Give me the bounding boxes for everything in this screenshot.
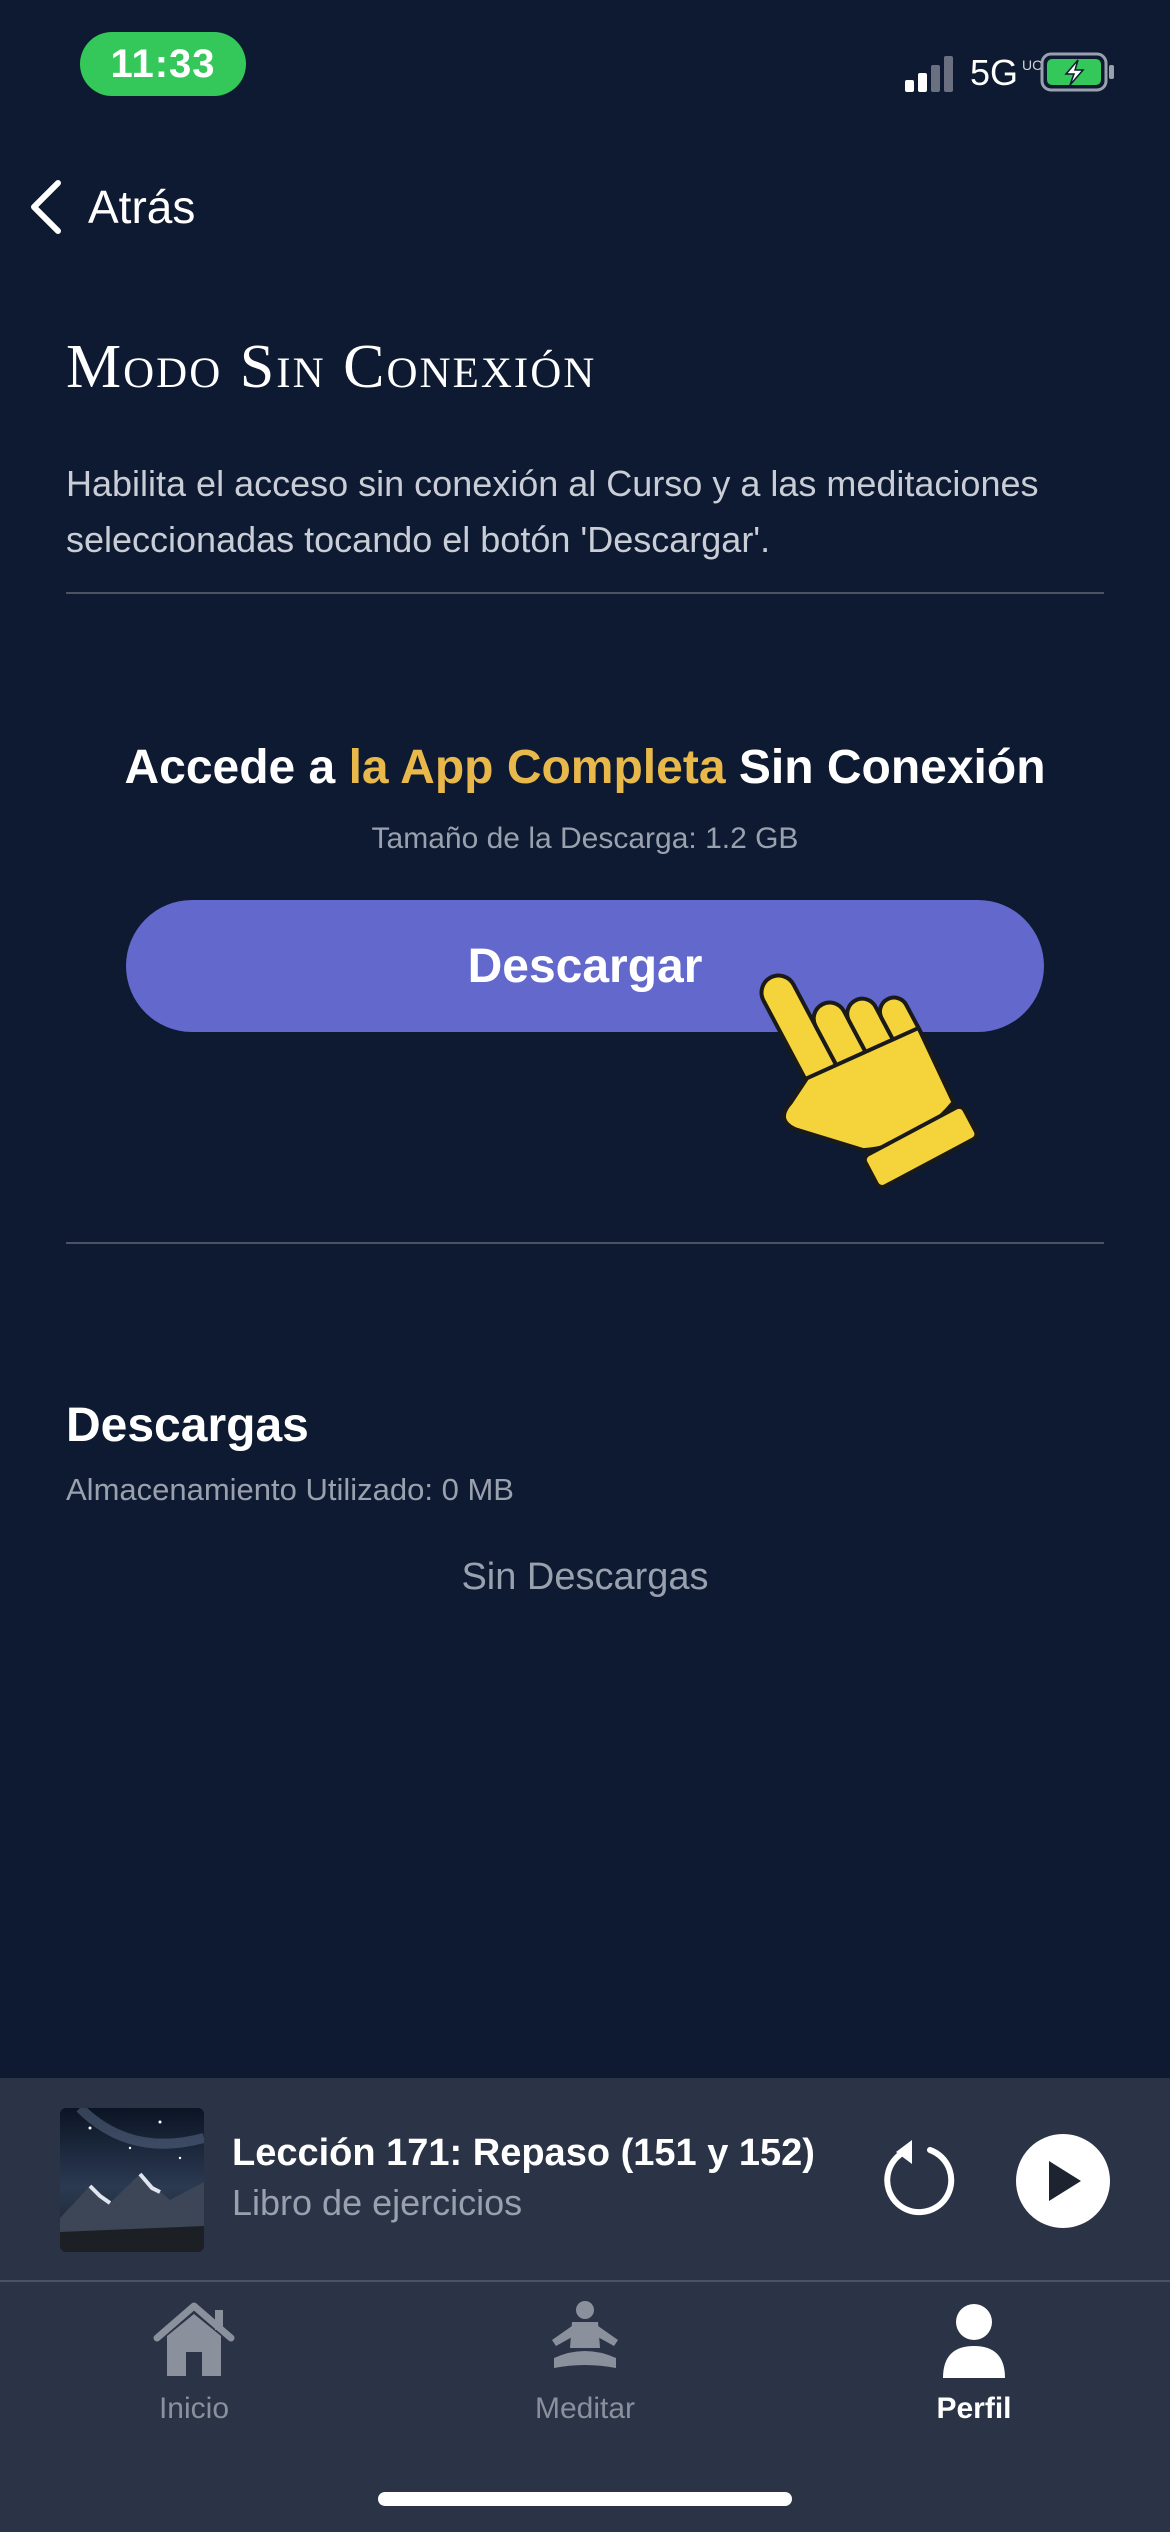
status-bar: 11:33 5G UC bbox=[0, 0, 1170, 120]
tab-label: Meditar bbox=[534, 2392, 636, 2425]
divider bbox=[66, 1242, 1104, 1244]
back-button[interactable]: Atrás bbox=[26, 170, 195, 244]
downloads-title: Descargas bbox=[66, 1399, 309, 1452]
download-heading: Accede a la App Completa Sin Conexión bbox=[0, 740, 1170, 795]
tab-inicio[interactable]: Inicio bbox=[64, 2300, 324, 2450]
tab-meditar[interactable]: Meditar bbox=[455, 2300, 715, 2450]
back-label: Atrás bbox=[88, 181, 196, 233]
meditation-icon bbox=[552, 2301, 618, 2368]
page-description: Habilita el acceso sin conexión al Curso… bbox=[66, 463, 1039, 560]
download-button-label: Descargar bbox=[467, 939, 703, 993]
profile-icon bbox=[943, 2304, 1005, 2378]
play-icon bbox=[1049, 2161, 1081, 2201]
download-size: Tamaño de la Descarga: 1.2 GB bbox=[371, 822, 799, 855]
home-indicator-bar bbox=[378, 2492, 792, 2506]
play-button[interactable] bbox=[1016, 2134, 1110, 2228]
status-time: 11:33 bbox=[80, 32, 246, 96]
chevron-left-icon bbox=[31, 180, 61, 234]
page-title: Modo Sin Conexión bbox=[66, 333, 597, 401]
mini-player[interactable]: Lección 171: Repaso (151 y 152) Libro de… bbox=[0, 2078, 1170, 2282]
battery-charging-icon bbox=[1040, 52, 1114, 92]
lesson-thumbnail bbox=[60, 2108, 204, 2252]
network-label: 5G bbox=[970, 52, 1019, 93]
pointing-hand-icon bbox=[759, 973, 979, 1189]
heading-highlight: la App Completa bbox=[348, 741, 726, 794]
track-subtitle: Libro de ejercicios bbox=[232, 2182, 523, 2223]
tab-perfil[interactable]: Perfil bbox=[844, 2300, 1104, 2450]
replay-icon[interactable] bbox=[878, 2138, 962, 2222]
tab-label: Perfil bbox=[936, 2392, 1012, 2425]
heading-prefix: Accede a bbox=[124, 741, 349, 794]
network-suffix: UC bbox=[1022, 57, 1043, 73]
heading-suffix: Sin Conexión bbox=[725, 741, 1046, 794]
empty-downloads: Sin Descargas bbox=[461, 1556, 709, 1598]
track-title: Lección 171: Repaso (151 y 152) bbox=[232, 2132, 815, 2174]
tab-label: Inicio bbox=[158, 2392, 230, 2425]
storage-used: Almacenamiento Utilizado: 0 MB bbox=[66, 1472, 514, 1507]
home-icon bbox=[153, 2302, 235, 2376]
divider bbox=[66, 592, 1104, 594]
signal-icon bbox=[905, 56, 953, 92]
